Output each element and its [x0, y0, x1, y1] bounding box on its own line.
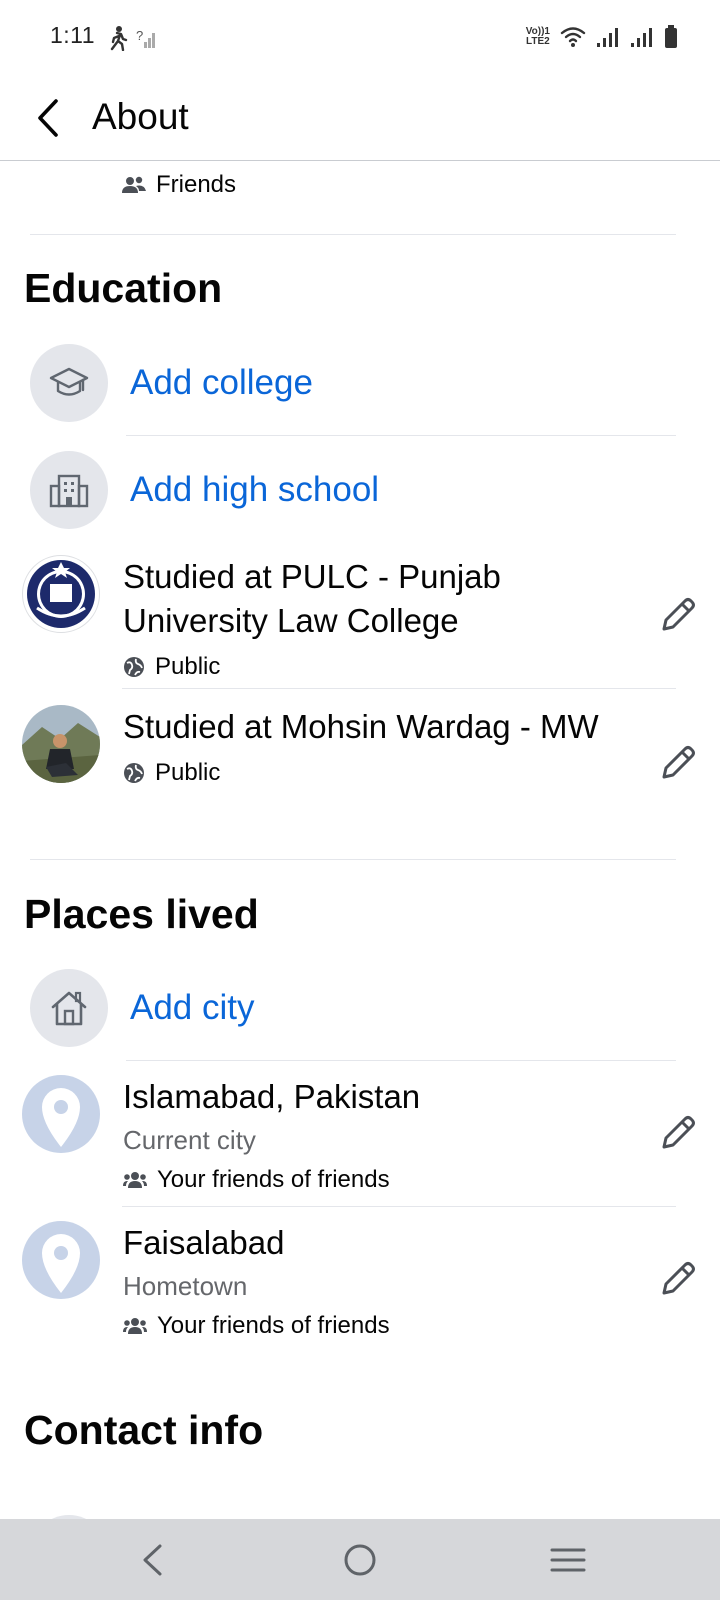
entry-title: Studied at Mohsin Wardag - MW — [123, 708, 599, 745]
nav-back-icon — [143, 1544, 162, 1576]
education-title: Education — [24, 265, 223, 311]
audience-label: Your friends of friends — [157, 1166, 390, 1193]
pencil-icon — [662, 746, 695, 779]
edit-button[interactable] — [654, 1109, 702, 1157]
place-pin-avatar — [22, 1075, 100, 1153]
audience-label: Friends — [156, 171, 237, 198]
svg-text:?: ? — [136, 28, 143, 43]
row-divider — [122, 1206, 676, 1207]
chevron-left-icon — [38, 99, 58, 137]
entry-audience: Public — [123, 653, 623, 681]
edit-button[interactable] — [654, 1255, 702, 1303]
entry-title: Faisalabad — [123, 1224, 285, 1261]
nav-back-button[interactable] — [128, 1537, 176, 1583]
add-high-school-button[interactable]: Add high school — [30, 451, 379, 529]
location-pin-icon — [42, 1234, 80, 1293]
university-seal-logo — [22, 555, 100, 633]
pencil-icon — [662, 1262, 695, 1295]
system-nav-bar — [0, 1519, 720, 1600]
entry-audience: Your friends of friends — [123, 1166, 623, 1194]
wifi-icon — [560, 27, 586, 47]
row-divider — [126, 1060, 676, 1061]
place-entry[interactable]: Faisalabad Hometown Your friends of frie… — [22, 1221, 702, 1351]
add-city-button[interactable]: Add city — [30, 969, 255, 1047]
no-signal-icon: ? — [136, 28, 155, 48]
icon-circle — [30, 344, 108, 422]
add-high-school-label: Add high school — [130, 470, 380, 509]
about-content[interactable]: Friends Education Add college Add high s… — [0, 161, 720, 1519]
section-divider — [30, 859, 676, 860]
walking-person-icon — [110, 26, 128, 51]
section-divider — [30, 234, 676, 235]
pencil-icon — [662, 598, 695, 631]
entry-text: Faisalabad Hometown Your friends of frie… — [123, 1221, 623, 1340]
friends-icon — [122, 176, 146, 193]
entry-audience: Your friends of friends — [123, 1312, 623, 1340]
edit-button[interactable] — [654, 739, 702, 787]
location-pin-icon — [42, 1088, 80, 1147]
nav-recents-button[interactable] — [544, 1537, 592, 1583]
icon-circle — [30, 969, 108, 1047]
globe-icon — [124, 763, 144, 783]
entry-subtitle: Current city — [123, 1125, 256, 1155]
places-lived-title: Places lived — [24, 891, 259, 937]
signal-sim1-icon — [597, 28, 618, 47]
edit-button[interactable] — [654, 591, 702, 639]
entry-audience: Public — [123, 759, 623, 787]
place-entry[interactable]: Islamabad, Pakistan Current city Your fr… — [22, 1075, 702, 1205]
volte-line-2: LTE2 — [526, 36, 550, 47]
nav-recents-icon — [550, 1548, 586, 1572]
graduation-cap-icon — [49, 367, 89, 396]
row-divider — [122, 688, 676, 689]
audience-label: Your friends of friends — [157, 1312, 390, 1339]
row-divider — [126, 435, 676, 436]
friends-of-friends-icon — [123, 1318, 147, 1334]
place-pin-avatar — [22, 1221, 100, 1299]
entry-text: Studied at PULC - Punjab University Law … — [123, 555, 623, 681]
home-icon — [51, 991, 87, 1026]
nav-home-button[interactable] — [336, 1537, 384, 1583]
add-college-button[interactable]: Add college — [30, 344, 313, 422]
entry-subtitle: Hometown — [123, 1271, 248, 1301]
page-title: About — [92, 96, 189, 137]
entry-title: Studied at PULC - Punjab University Law … — [123, 558, 501, 639]
profile-photo — [22, 705, 100, 783]
back-button[interactable] — [26, 94, 70, 142]
add-college-label: Add college — [130, 363, 313, 402]
status-time: 1:11 — [50, 22, 96, 48]
volte-badge: Vo))1 LTE2 — [526, 27, 550, 47]
entry-text: Islamabad, Pakistan Current city Your fr… — [123, 1075, 623, 1194]
audience-label: Public — [155, 759, 221, 786]
friends-audience-row: Friends — [122, 171, 236, 199]
entry-title: Islamabad, Pakistan — [123, 1078, 421, 1115]
add-city-label: Add city — [130, 988, 255, 1027]
app-header: About — [0, 76, 720, 161]
status-icons-right: Vo))1 LTE2 — [526, 22, 678, 52]
school-building-icon — [49, 474, 89, 508]
pencil-icon — [662, 1116, 695, 1149]
audience-label: Public — [155, 653, 221, 680]
education-entry[interactable]: Studied at Mohsin Wardag - MW Public — [22, 705, 702, 835]
battery-icon — [665, 25, 677, 48]
education-entry[interactable]: Studied at PULC - Punjab University Law … — [22, 555, 702, 685]
status-icons-left: ? — [108, 24, 158, 52]
entry-text: Studied at Mohsin Wardag - MW Public — [123, 705, 623, 787]
status-bar: 1:11 ? Vo))1 LTE2 — [0, 0, 720, 76]
friends-of-friends-icon — [123, 1172, 147, 1188]
nav-home-icon — [344, 1544, 376, 1576]
globe-icon — [124, 657, 144, 677]
signal-sim2-icon — [631, 28, 652, 47]
icon-circle — [30, 451, 108, 529]
contact-info-title: Contact info — [24, 1407, 264, 1453]
